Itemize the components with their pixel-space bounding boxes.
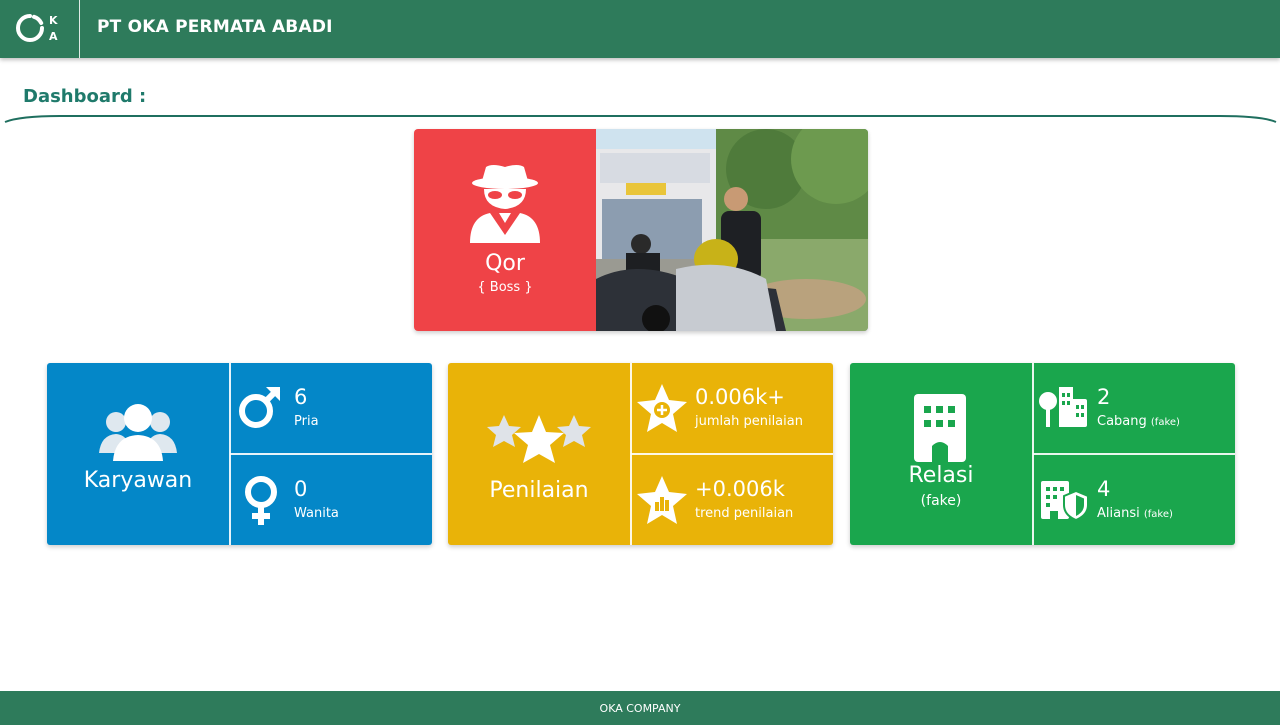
rating-trend-value: +0.006k [695,477,785,501]
penilaian-card[interactable]: Penilaian 0.006k+ jumlah penilaian +0.00… [448,363,833,545]
cabang-label: Cabang (fake) [1097,414,1180,429]
female-count: 0 [294,477,308,501]
star-chart-icon [637,476,687,524]
cabang-label-text: Cabang [1097,414,1147,429]
star-plus-icon [637,384,687,432]
karyawan-card[interactable]: Karyawan 6 Pria 0 Wanita [47,363,432,545]
aliansi-note: (fake) [1143,509,1173,520]
profile-badge: Qor { Boss } [414,129,596,331]
stars-icon [487,415,591,463]
karyawan-label: Karyawan [83,468,193,493]
oka-logo-icon: K A [16,14,58,43]
female-icon [245,476,277,525]
aliansi-stat[interactable]: 4 Aliansi (fake) [1033,455,1235,545]
karyawan-summary: Karyawan [47,363,229,545]
profile-name: Qor [485,251,525,276]
relasi-label: Relasi [908,463,974,488]
rating-count-value: 0.006k+ [695,385,785,409]
cabang-note: (fake) [1150,417,1180,428]
penilaian-summary: Penilaian [448,363,630,545]
relasi-sublabel: (fake) [920,493,962,509]
title-divider [4,115,1277,123]
rating-count-stat[interactable]: 0.006k+ jumlah penilaian [631,363,833,453]
relasi-card[interactable]: Relasi (fake) 2 Cabang (fake) 4 Aliansi … [850,363,1235,545]
rating-trend-stat[interactable]: +0.006k trend penilaian [631,455,833,545]
male-icon [239,386,281,428]
cabang-count: 2 [1097,385,1111,409]
relasi-summary: Relasi (fake) [850,363,1032,545]
profile-card[interactable]: Qor { Boss } [414,129,868,331]
aliansi-label-text: Aliansi [1097,506,1140,521]
penilaian-label: Penilaian [489,478,589,503]
svg-text:A: A [49,30,58,43]
page-title: Dashboard : [23,86,147,107]
spy-icon [470,165,540,243]
female-stat[interactable]: 0 Wanita [230,455,432,545]
company-logo[interactable]: K A [0,0,80,58]
aliansi-label: Aliansi (fake) [1097,506,1173,521]
rating-count-label: jumlah penilaian [695,414,803,429]
male-stat[interactable]: 6 Pria [230,363,432,453]
building-shield-icon [1041,481,1089,521]
footer: OKA COMPANY [0,691,1280,725]
male-count: 6 [294,385,308,409]
female-label: Wanita [294,506,339,521]
app-title: PT OKA PERMATA ABADI [97,17,333,37]
top-bar: K A PT OKA PERMATA ABADI [0,0,1280,58]
users-icon [99,404,177,461]
profile-photo [596,129,868,331]
rating-trend-label: trend penilaian [695,506,794,521]
aliansi-count: 4 [1097,477,1111,501]
building-icon [914,394,966,462]
city-icon [1039,387,1087,427]
svg-text:K: K [49,14,58,27]
profile-role: { Boss } [477,280,533,295]
cabang-stat[interactable]: 2 Cabang (fake) [1033,363,1235,453]
male-label: Pria [294,414,319,429]
footer-text: OKA COMPANY [599,702,681,715]
